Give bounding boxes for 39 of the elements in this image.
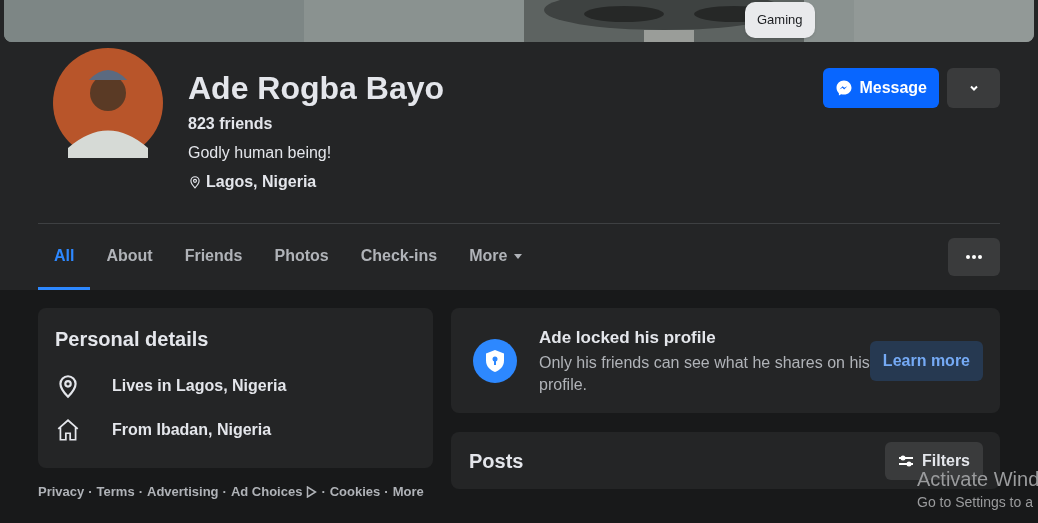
separator-dot: · bbox=[138, 483, 143, 501]
notice-title: Ade locked his profile bbox=[539, 326, 717, 349]
profile-tab[interactable]: Photos bbox=[258, 224, 345, 290]
profile-tab[interactable]: Friends bbox=[168, 224, 259, 290]
profile-tab[interactable]: All bbox=[38, 224, 91, 290]
activation-text: Go to Settings to a bbox=[917, 493, 1034, 512]
notice-text: Only his friends can see what he shares on his profile. bbox=[539, 353, 870, 396]
friend-count[interactable]: 823 friends bbox=[188, 112, 445, 136]
more-options-button[interactable] bbox=[948, 238, 1000, 276]
profile-tab[interactable]: Check-ins bbox=[344, 224, 454, 290]
message-button[interactable]: Message bbox=[823, 68, 939, 108]
shield-lock-icon bbox=[473, 338, 517, 383]
location-text: Lagos, Nigeria bbox=[206, 172, 317, 192]
separator-dot: · bbox=[88, 483, 93, 501]
detail-text: Lives in Lagos, Nigeria bbox=[112, 376, 287, 396]
house-icon bbox=[55, 417, 81, 443]
category-badge[interactable]: Gaming bbox=[745, 2, 815, 38]
footer-link[interactable]: Privacy bbox=[38, 482, 85, 502]
footer-link[interactable]: More bbox=[392, 482, 424, 502]
learn-more-button[interactable]: Learn more bbox=[869, 340, 983, 381]
location-pin-icon bbox=[188, 175, 202, 189]
card-title: Personal details bbox=[55, 327, 210, 352]
messenger-icon bbox=[835, 79, 854, 97]
profile-tab[interactable]: About bbox=[90, 224, 169, 290]
detail-text: From Ibadan, Nigeria bbox=[112, 420, 272, 440]
separator-dot: · bbox=[384, 483, 389, 501]
footer-link[interactable]: Ad Choices bbox=[230, 482, 318, 502]
footer-link[interactable]: Cookies bbox=[329, 482, 381, 502]
footer-link[interactable]: Terms bbox=[96, 482, 135, 502]
sliders-icon bbox=[898, 453, 914, 468]
footer-link[interactable]: Advertising bbox=[147, 482, 219, 502]
avatar[interactable] bbox=[53, 48, 163, 158]
profile-name: Ade Rogba Bayo bbox=[188, 69, 445, 108]
posts-title: Posts bbox=[469, 448, 524, 474]
ellipsis-icon bbox=[966, 255, 982, 259]
profile-tab[interactable]: More bbox=[453, 224, 540, 290]
bio-text: Godly human being! bbox=[188, 143, 333, 163]
separator-dot: · bbox=[321, 483, 326, 501]
separator-dot: · bbox=[222, 483, 227, 501]
